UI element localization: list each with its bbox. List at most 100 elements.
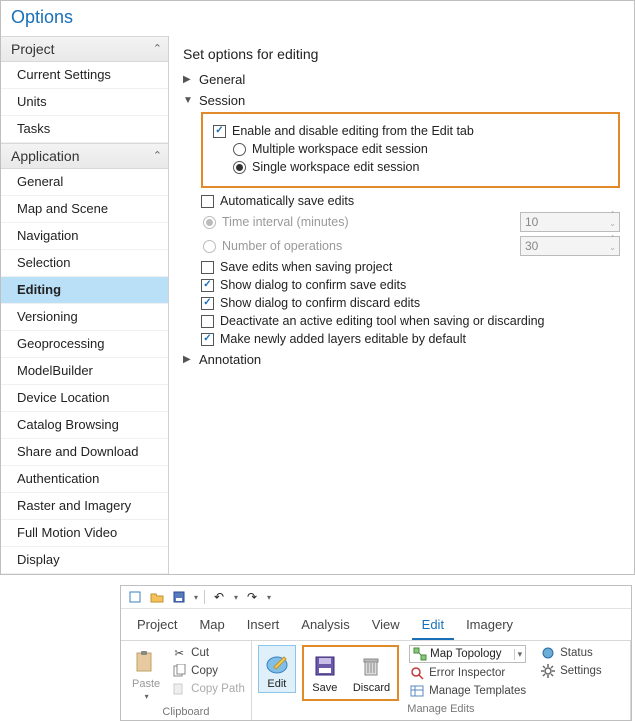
chevron-down-icon: ▾ [514, 649, 523, 660]
chevron-down-icon[interactable]: ▾ [194, 593, 198, 602]
save-edits-button[interactable]: Save [306, 649, 344, 697]
chevron-right-icon: ▶ [183, 74, 193, 85]
sidebar-item-tasks[interactable]: Tasks [1, 116, 168, 143]
num-operations-label: Number of operations [222, 239, 342, 253]
section-annotation[interactable]: ▶ Annotation [183, 352, 620, 367]
open-icon[interactable] [149, 589, 165, 605]
tab-insert[interactable]: Insert [237, 613, 290, 640]
edit-icon [263, 648, 291, 676]
enable-editing-checkbox[interactable] [213, 125, 226, 138]
sidebar-item-navigation[interactable]: Navigation [1, 223, 168, 250]
sidebar-item-catalog-browsing[interactable]: Catalog Browsing [1, 412, 168, 439]
sidebar-item-display[interactable]: Display [1, 547, 168, 574]
window-title: Options [1, 1, 634, 36]
time-interval-radio [203, 216, 216, 229]
multiple-workspace-label: Multiple workspace edit session [252, 142, 428, 156]
confirm-save-checkbox[interactable] [201, 279, 214, 292]
num-operations-spinner: 30 [520, 236, 620, 256]
chevron-down-icon: ▾ [145, 692, 149, 701]
chevron-down-icon[interactable]: ▾ [234, 593, 238, 602]
content-heading: Set options for editing [183, 46, 620, 62]
manage-edits-group: Edit Save Discard Map Topology [252, 641, 631, 720]
sidebar-item-share-and-download[interactable]: Share and Download [1, 439, 168, 466]
time-interval-label: Time interval (minutes) [222, 215, 349, 229]
content-panel: Set options for editing ▶ General ▼ Sess… [169, 36, 634, 574]
section-general[interactable]: ▶ General [183, 72, 620, 87]
status-icon [540, 645, 556, 661]
tab-view[interactable]: View [362, 613, 410, 640]
options-window: Options Project⌃Current SettingsUnitsTas… [0, 0, 635, 575]
single-workspace-label: Single workspace edit session [252, 160, 419, 174]
edit-session-highlight: Enable and disable editing from the Edit… [201, 112, 620, 188]
error-inspector-icon [409, 665, 425, 681]
enable-editing-label: Enable and disable editing from the Edit… [232, 124, 474, 138]
discard-edits-button[interactable]: Discard [348, 649, 395, 697]
ribbon-body: Paste ▾ ✂Cut Copy Copy Path Clipboard Ed… [121, 640, 631, 720]
sidebar-item-raster-and-imagery[interactable]: Raster and Imagery [1, 493, 168, 520]
copy-button[interactable]: Copy [171, 663, 245, 679]
sidebar-item-map-and-scene[interactable]: Map and Scene [1, 196, 168, 223]
new-project-icon[interactable] [127, 589, 143, 605]
trash-icon [357, 652, 385, 680]
save-on-project-checkbox[interactable] [201, 261, 214, 274]
multiple-workspace-radio[interactable] [233, 143, 246, 156]
ribbon-tabs: ProjectMapInsertAnalysisViewEditImagery [121, 609, 631, 640]
cut-button[interactable]: ✂Cut [171, 645, 245, 661]
redo-icon[interactable]: ↷ [244, 589, 260, 605]
auto-save-checkbox[interactable] [201, 195, 214, 208]
tab-imagery[interactable]: Imagery [456, 613, 523, 640]
clipboard-group: Paste ▾ ✂Cut Copy Copy Path Clipboard [121, 641, 252, 720]
tab-project[interactable]: Project [127, 613, 187, 640]
confirm-save-label: Show dialog to confirm save edits [220, 278, 406, 292]
manage-templates-button[interactable]: Manage Templates [409, 683, 526, 699]
sidebar-item-versioning[interactable]: Versioning [1, 304, 168, 331]
tab-edit[interactable]: Edit [412, 613, 454, 640]
copy-path-button: Copy Path [171, 681, 245, 697]
sidebar-item-modelbuilder[interactable]: ModelBuilder [1, 358, 168, 385]
edit-toggle-button[interactable]: Edit [258, 645, 296, 693]
templates-icon [409, 683, 425, 699]
chevron-down-icon: ▼ [183, 95, 193, 106]
tab-analysis[interactable]: Analysis [291, 613, 359, 640]
sidebar-item-authentication[interactable]: Authentication [1, 466, 168, 493]
sidebar-item-units[interactable]: Units [1, 89, 168, 116]
ribbon-window: ▾ ↶ ▾ ↷ ▾ ProjectMapInsertAnalysisViewEd… [120, 585, 632, 721]
gear-icon [540, 663, 556, 679]
sidebar-item-full-motion-video[interactable]: Full Motion Video [1, 520, 168, 547]
chevron-down-icon[interactable]: ▾ [267, 593, 271, 602]
section-session[interactable]: ▼ Session [183, 93, 620, 108]
copy-path-icon [171, 681, 187, 697]
tab-map[interactable]: Map [189, 613, 234, 640]
sidebar-item-general[interactable]: General [1, 169, 168, 196]
manage-edits-group-label: Manage Edits [258, 703, 624, 715]
sidebar-item-device-location[interactable]: Device Location [1, 385, 168, 412]
sidebar-item-geoprocessing[interactable]: Geoprocessing [1, 331, 168, 358]
paste-icon [132, 648, 160, 676]
single-workspace-radio[interactable] [233, 161, 246, 174]
clipboard-group-label: Clipboard [127, 706, 245, 718]
save-icon[interactable] [171, 589, 187, 605]
confirm-discard-checkbox[interactable] [201, 297, 214, 310]
paste-button[interactable]: Paste ▾ [127, 645, 165, 704]
confirm-discard-label: Show dialog to confirm discard edits [220, 296, 420, 310]
auto-save-label: Automatically save edits [220, 194, 354, 208]
sidebar-item-editing[interactable]: Editing [1, 277, 168, 304]
error-inspector-button[interactable]: Error Inspector [409, 665, 526, 681]
deactivate-tool-checkbox[interactable] [201, 315, 214, 328]
sidebar-group-header[interactable]: Application⌃ [1, 143, 168, 169]
deactivate-tool-label: Deactivate an active editing tool when s… [220, 314, 545, 328]
make-editable-checkbox[interactable] [201, 333, 214, 346]
sidebar-item-current-settings[interactable]: Current Settings [1, 62, 168, 89]
undo-icon[interactable]: ↶ [211, 589, 227, 605]
sidebar: Project⌃Current SettingsUnitsTasksApplic… [1, 36, 169, 574]
sidebar-item-selection[interactable]: Selection [1, 250, 168, 277]
save-icon [311, 652, 339, 680]
topology-combo[interactable]: Map Topology ▾ [409, 645, 526, 663]
scissors-icon: ✂ [171, 645, 187, 661]
sidebar-group-header[interactable]: Project⌃ [1, 36, 168, 62]
settings-button[interactable]: Settings [540, 663, 602, 679]
copy-icon [171, 663, 187, 679]
status-button[interactable]: Status [540, 645, 602, 661]
chevron-up-icon: ⌃ [153, 42, 162, 55]
save-on-project-label: Save edits when saving project [220, 260, 392, 274]
